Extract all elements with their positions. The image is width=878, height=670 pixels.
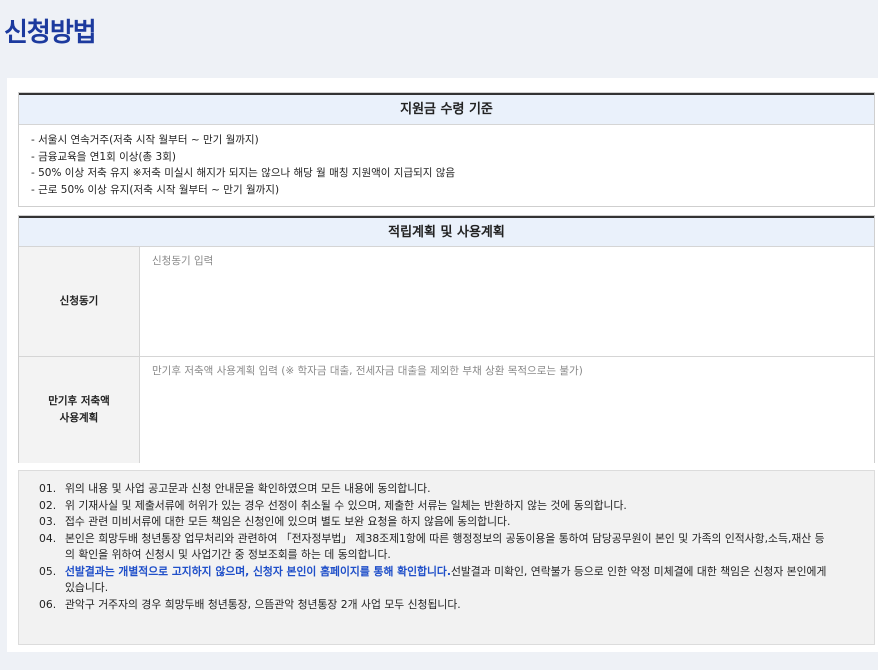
agreement-number: 03.	[39, 515, 57, 528]
criteria-item: - 근로 50% 이상 유지(저축 시작 월부터 ~ 만기 월까지)	[31, 183, 280, 196]
agreement-item: 04. 본인은 희망두배 청년통장 업무처리와 관련하여 「전자정부법」 제38…	[39, 531, 874, 564]
agreement-box: 01. 위의 내용 및 사업 공고문과 신청 안내문을 확인하였으며 모든 내용…	[18, 470, 875, 645]
page-title: 신청방법	[4, 18, 97, 48]
agreement-number: 04.	[39, 531, 57, 545]
criteria-box: 지원금 수령 기준 - 서울시 연속거주(저축 시작 월부터 ~ 만기 월까지)…	[18, 92, 875, 207]
motive-textarea[interactable]	[140, 247, 874, 356]
agreement-text: 위의 내용 및 사업 공고문과 신청 안내문을 확인하였으며 모든 내용에 동의…	[65, 482, 431, 495]
agreement-item: 01. 위의 내용 및 사업 공고문과 신청 안내문을 확인하였으며 모든 내용…	[39, 481, 874, 498]
agreement-number: 01.	[39, 482, 57, 495]
agreement-item: 06. 관악구 거주자의 경우 희망두배 청년통장, 으뜸관악 청년통장 2개 …	[39, 597, 874, 614]
agreement-item: 03. 접수 관련 미비서류에 대한 모든 책임은 신청인에 있으며 별도 보완…	[39, 514, 874, 531]
agreement-number: 06.	[39, 597, 57, 611]
usage-plan-row: 만기후 저축액 사용계획	[19, 357, 874, 463]
plan-heading: 적립계획 및 사용계획	[19, 216, 874, 247]
agreement-text-wrap: 선발결과는 개별적으로 고지하지 않으며, 신청자 본인이 홈페이지를 통해 확…	[65, 564, 874, 597]
agreement-item: 02. 위 기재사실 및 제출서류에 허위가 있는 경우 선정이 취소될 수 있…	[39, 498, 874, 515]
agreement-text: 위 기재사실 및 제출서류에 허위가 있는 경우 선정이 취소될 수 있으며, …	[65, 498, 627, 512]
agreement-text: 본인은 희망두배 청년통장 업무처리와 관련하여 「전자정부법」 제38조제1항…	[65, 531, 825, 562]
agreement-number: 02.	[39, 498, 57, 512]
application-panel: 지원금 수령 기준 - 서울시 연속거주(저축 시작 월부터 ~ 만기 월까지)…	[7, 78, 878, 652]
agreement-list: 01. 위의 내용 및 사업 공고문과 신청 안내문을 확인하였으며 모든 내용…	[19, 471, 874, 613]
agreement-number: 05.	[39, 564, 57, 578]
criteria-item: - 서울시 연속거주(저축 시작 월부터 ~ 만기 월까지)	[31, 134, 259, 146]
criteria-item: - 50% 이상 저축 유지 ※저축 미실시 해지가 되지는 않으나 해당 월 …	[31, 167, 456, 179]
motive-label: 신청동기	[19, 247, 140, 356]
criteria-item: - 금융교육을 연1회 이상(총 3회)	[31, 150, 176, 163]
agreement-highlight: 선발결과는 개별적으로 고지하지 않으며, 신청자 본인이 홈페이지를 통해 확…	[65, 564, 451, 578]
criteria-list: - 서울시 연속거주(저축 시작 월부터 ~ 만기 월까지) - 금융교육을 연…	[19, 125, 874, 198]
motive-row: 신청동기	[19, 247, 874, 357]
agreement-text: 관악구 거주자의 경우 희망두배 청년통장, 으뜸관악 청년통장 2개 사업 모…	[65, 597, 461, 611]
agreement-text: 접수 관련 미비서류에 대한 모든 책임은 신청인에 있으며 별도 보완 요청을…	[65, 515, 511, 528]
plan-box: 적립계획 및 사용계획 신청동기 만기후 저축액 사용계획	[18, 215, 875, 463]
agreement-item: 05. 선발결과는 개별적으로 고지하지 않으며, 신청자 본인이 홈페이지를 …	[39, 564, 874, 597]
criteria-heading: 지원금 수령 기준	[19, 93, 874, 125]
usage-plan-label: 만기후 저축액 사용계획	[19, 357, 140, 463]
usage-plan-textarea[interactable]	[140, 357, 874, 463]
